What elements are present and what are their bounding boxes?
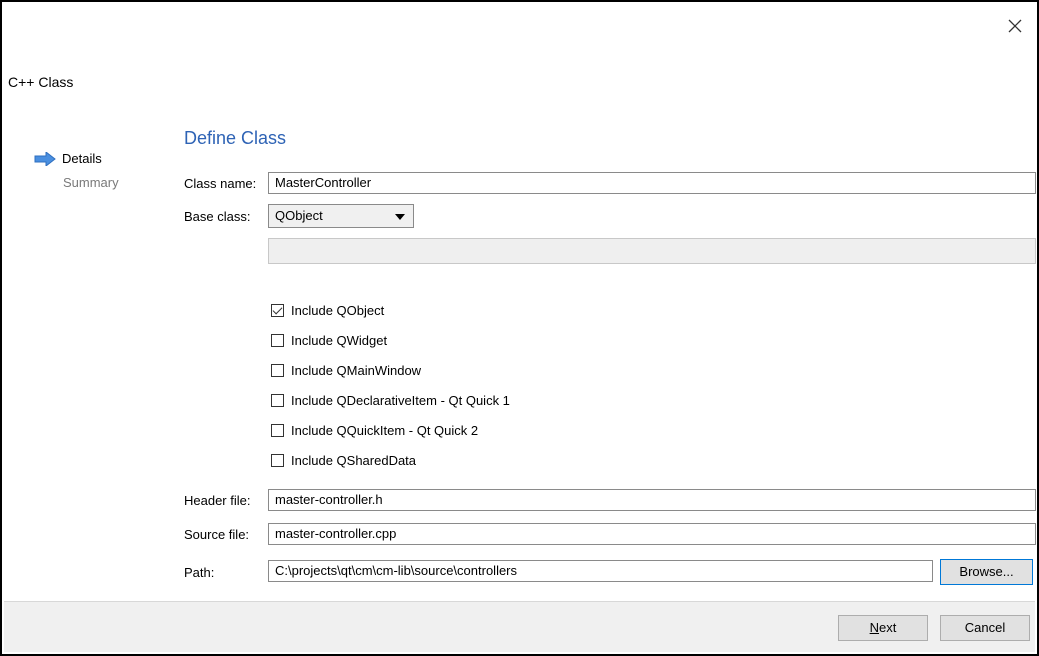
- class-name-label: Class name:: [184, 175, 257, 191]
- checkbox-label: Include QObject: [291, 302, 385, 318]
- base-class-label: Base class:: [184, 208, 251, 224]
- page-title: Define Class: [184, 128, 287, 148]
- current-step-arrow-icon: [34, 152, 56, 166]
- checkbox-label: Include QWidget: [291, 332, 388, 348]
- base-class-select[interactable]: QObject: [268, 204, 414, 228]
- cancel-button[interactable]: Cancel: [940, 615, 1030, 641]
- dialog-footer: Next Cancel: [4, 601, 1035, 652]
- checkbox-unchecked-icon: [271, 423, 284, 437]
- path-row: Path:: [184, 561, 269, 583]
- close-button[interactable]: [1003, 14, 1027, 38]
- wizard-steps: Details Summary: [34, 148, 154, 196]
- checkbox-checked-icon: [271, 303, 284, 317]
- checkbox-label: Include QSharedData: [291, 452, 417, 468]
- include-qwidget-checkbox[interactable]: Include QWidget: [271, 325, 510, 355]
- close-icon: [1008, 19, 1022, 33]
- include-qmainwindow-checkbox[interactable]: Include QMainWindow: [271, 355, 510, 385]
- checkbox-label: Include QMainWindow: [291, 362, 422, 378]
- checkbox-unchecked-icon: [271, 333, 284, 347]
- class-name-row: Class name:: [184, 172, 269, 194]
- header-file-label: Header file:: [184, 492, 251, 508]
- header-file-row: Header file:: [184, 489, 269, 511]
- include-qshareddata-checkbox[interactable]: Include QSharedData: [271, 445, 510, 475]
- window-title: C++ Class: [8, 74, 74, 90]
- base-class-value: QObject: [275, 208, 323, 223]
- source-file-input[interactable]: master-controller.cpp: [268, 523, 1036, 545]
- checkbox-unchecked-icon: [271, 363, 284, 377]
- chevron-down-icon: [395, 214, 405, 220]
- path-input[interactable]: C:\projects\qt\cm\cm-lib\source\controll…: [268, 560, 933, 582]
- nav-item-summary: Summary: [34, 172, 154, 196]
- nav-item-label: Details: [62, 151, 102, 166]
- next-label: ext: [879, 620, 897, 635]
- include-options: Include QObject Include QWidget Include …: [271, 295, 510, 475]
- nav-item-label: Summary: [63, 175, 119, 190]
- checkbox-label: Include QDeclarativeItem - Qt Quick 1: [291, 392, 510, 408]
- include-qobject-checkbox[interactable]: Include QObject: [271, 295, 510, 325]
- path-label: Path:: [184, 564, 215, 580]
- checkbox-unchecked-icon: [271, 393, 284, 407]
- next-mnemonic: N: [869, 620, 880, 635]
- checkbox-unchecked-icon: [271, 453, 284, 467]
- dialog-window: C++ Class Details Summary Define Class C…: [0, 0, 1039, 656]
- next-button[interactable]: Next: [838, 615, 928, 641]
- nav-item-details: Details: [34, 148, 154, 172]
- checkbox-label: Include QQuickItem - Qt Quick 2: [291, 422, 479, 438]
- base-class-custom-input: [268, 238, 1036, 264]
- header-file-input[interactable]: master-controller.h: [268, 489, 1036, 511]
- include-qquickitem-checkbox[interactable]: Include QQuickItem - Qt Quick 2: [271, 415, 510, 445]
- base-class-row: Base class:: [184, 205, 269, 227]
- class-name-input[interactable]: MasterController: [268, 172, 1036, 194]
- include-qdeclarativeitem-checkbox[interactable]: Include QDeclarativeItem - Qt Quick 1: [271, 385, 510, 415]
- browse-button[interactable]: Browse...: [940, 559, 1033, 585]
- source-file-row: Source file:: [184, 523, 269, 545]
- source-file-label: Source file:: [184, 526, 250, 542]
